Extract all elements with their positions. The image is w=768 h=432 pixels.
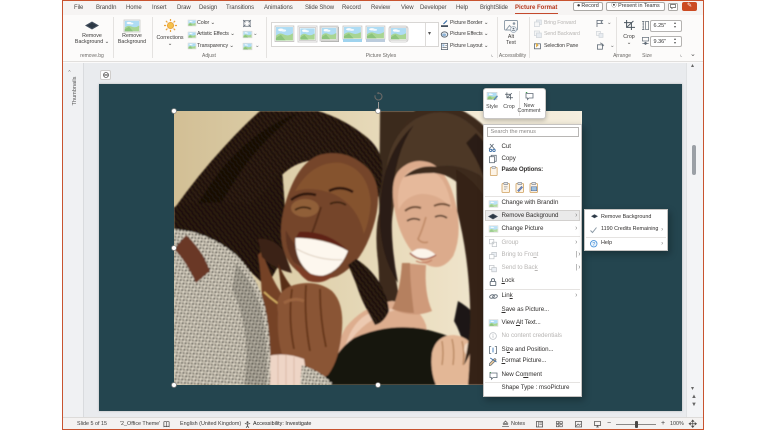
- svg-text:?: ?: [592, 242, 595, 248]
